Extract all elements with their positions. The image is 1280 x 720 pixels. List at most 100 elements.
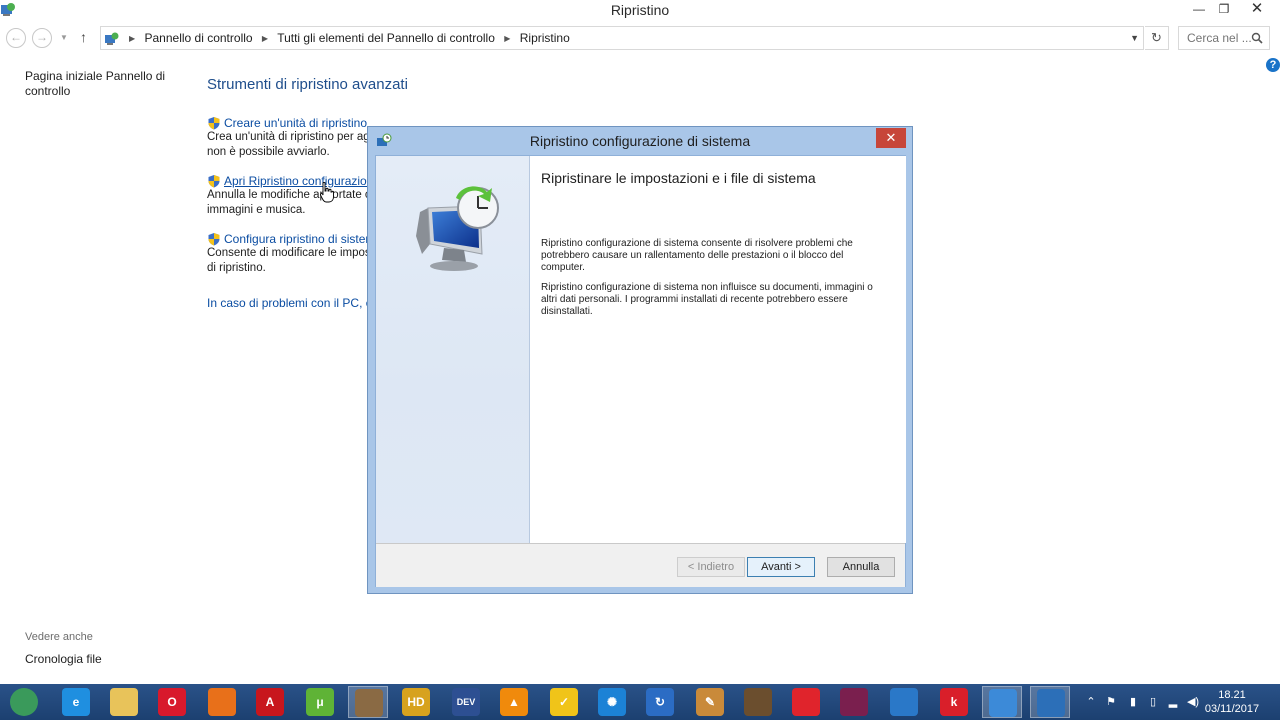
taskbar-button[interactable]: k	[934, 686, 974, 718]
refresh-button[interactable]: ↻	[1145, 26, 1169, 50]
control-panel-icon	[989, 689, 1017, 717]
taskbar-button[interactable]: A	[250, 686, 290, 718]
hand-cursor-icon	[320, 182, 334, 203]
taskbar-button[interactable]	[982, 686, 1022, 718]
opera-icon: O	[158, 688, 186, 716]
start-orb-icon	[10, 688, 38, 716]
taskbar-button[interactable]: ✓	[544, 686, 584, 718]
search-icon[interactable]	[1251, 32, 1263, 44]
taskbar-button[interactable]: ✺	[592, 686, 632, 718]
internet-explorer-icon: e	[62, 688, 90, 716]
taskbar-button[interactable]	[786, 686, 826, 718]
search-box[interactable]	[1178, 26, 1270, 50]
taskbar-button[interactable]	[1030, 686, 1070, 718]
taskbar-button[interactable]	[348, 686, 388, 718]
battery-icon[interactable]: ▯	[1146, 695, 1160, 709]
navigation-bar: ← → ▼ ↑ ▶ Pannello di controllo ▶ Tutti …	[0, 26, 1280, 50]
tool-description: Annulla le modifiche apportate c	[207, 189, 371, 201]
devcpp-icon: DEV	[452, 688, 480, 716]
forward-button[interactable]: →	[32, 28, 52, 48]
pc-problems-link[interactable]: In caso di problemi con il PC, è p	[207, 296, 372, 310]
minimize-button[interactable]: —	[1185, 0, 1213, 20]
taskbar-button[interactable]	[202, 686, 242, 718]
dialog-title: Ripristino configurazione di sistema	[529, 133, 751, 149]
show-hidden-icons-icon[interactable]: ⌃	[1084, 695, 1098, 709]
network-app-icon	[890, 688, 918, 716]
network-icon[interactable]: ▂	[1166, 695, 1180, 709]
taskbar-button[interactable]	[4, 686, 44, 718]
taskbar-button[interactable]	[834, 686, 874, 718]
tool-description: di ripristino.	[207, 262, 266, 274]
create-recovery-drive-link[interactable]: Creare un'unità di ripristino	[224, 116, 367, 130]
tools-app-icon: ✎	[696, 688, 724, 716]
tool-description: immagini e musica.	[207, 204, 306, 216]
tool-create-recovery-drive: Creare un'unità di ripristino Crea un'un…	[207, 116, 377, 160]
winrar-icon	[840, 688, 868, 716]
taskbar-button[interactable]	[104, 686, 144, 718]
acrobat-icon: A	[256, 688, 284, 716]
volume-icon[interactable]: ◀)	[1184, 695, 1202, 709]
tool-description: non è possibile avviarlo.	[207, 146, 330, 158]
page-title: Strumenti di ripristino avanzati	[207, 76, 408, 93]
address-bar[interactable]: ▶ Pannello di controllo ▶ Tutti gli elem…	[100, 26, 1144, 50]
dialog-footer: < Indietro Avanti > Annulla	[376, 543, 905, 587]
checkmark-app-icon: ✓	[550, 688, 578, 716]
chevron-right-icon[interactable]: ▶	[504, 34, 510, 43]
breadcrumb-recovery[interactable]: Ripristino	[520, 31, 570, 45]
tool-description: Consente di modificare le impos	[207, 247, 371, 259]
sync-app-icon: ↻	[646, 688, 674, 716]
uac-shield-icon	[208, 117, 220, 130]
tool-open-system-restore: Apri Ripristino configurazione Annulla l…	[207, 174, 377, 218]
clock-date: 03/11/2017	[1204, 703, 1260, 715]
taskbar-button[interactable]: e	[56, 686, 96, 718]
taskbar-button[interactable]: DEV	[446, 686, 486, 718]
chevron-right-icon[interactable]: ▶	[262, 34, 268, 43]
breadcrumb-control-panel[interactable]: Pannello di controllo	[145, 31, 253, 45]
help-icon[interactable]: ?	[1266, 58, 1280, 72]
taskbar-button[interactable]	[738, 686, 778, 718]
firefox-icon	[208, 688, 236, 716]
taskbar-button[interactable]: ↻	[640, 686, 680, 718]
film-app-icon	[744, 688, 772, 716]
gimp-icon	[355, 689, 383, 717]
uac-shield-icon	[208, 233, 220, 246]
back-button[interactable]: ←	[6, 28, 26, 48]
system-restore-icon	[1037, 689, 1065, 717]
breadcrumb-all-items[interactable]: Tutti gli elementi del Pannello di contr…	[277, 31, 495, 45]
vlc-icon: ▲	[500, 688, 528, 716]
hd-app-icon: HD	[402, 688, 430, 716]
clock[interactable]: 18.21 03/11/2017	[1202, 688, 1262, 716]
dialog-close-button[interactable]: ✕	[876, 128, 906, 148]
recent-locations-chevron-icon[interactable]: ▼	[60, 33, 68, 42]
taskbar-button[interactable]: μ	[300, 686, 340, 718]
usb-icon[interactable]: ▮	[1126, 695, 1140, 709]
file-history-link[interactable]: Cronologia file	[25, 652, 102, 666]
dialog-body: Ripristinare le impostazioni e i file di…	[375, 155, 906, 587]
taskbar-button[interactable]: ✎	[690, 686, 730, 718]
taskbar-button[interactable]: O	[152, 686, 192, 718]
dialog-paragraph: Ripristino configurazione di sistema con…	[541, 238, 853, 273]
next-button[interactable]: Avanti >	[747, 557, 815, 577]
window-title: Ripristino	[610, 2, 670, 18]
address-history-chevron-icon[interactable]: ▼	[1130, 33, 1139, 43]
taskbar-button[interactable]: ▲	[494, 686, 534, 718]
cancel-button[interactable]: Annulla	[827, 557, 895, 577]
chevron-right-icon: ▶	[129, 34, 136, 43]
clock-time: 18.21	[1218, 689, 1246, 701]
open-system-restore-link[interactable]: Apri Ripristino configurazione	[224, 174, 377, 188]
configure-system-restore-link[interactable]: Configura ripristino di sistema	[224, 232, 377, 246]
search-input[interactable]	[1187, 28, 1253, 48]
taskbar-button[interactable]	[884, 686, 924, 718]
dialog-paragraph: Ripristino configurazione di sistema non…	[541, 282, 873, 317]
control-panel-icon	[105, 32, 119, 45]
k-app-icon: k	[940, 688, 968, 716]
back-button[interactable]: < Indietro	[677, 557, 745, 577]
action-center-flag-icon[interactable]: ⚑	[1104, 695, 1118, 709]
dialog-content: Ripristinare le impostazioni e i file di…	[530, 156, 906, 543]
taskbar-button[interactable]: HD	[396, 686, 436, 718]
up-button[interactable]: ↑	[80, 29, 87, 45]
red-app-icon	[792, 688, 820, 716]
utorrent-icon: μ	[306, 688, 334, 716]
close-button[interactable]: ✕	[1234, 0, 1280, 20]
control-panel-home-link[interactable]: Pagina iniziale Pannello di controllo	[25, 69, 175, 99]
